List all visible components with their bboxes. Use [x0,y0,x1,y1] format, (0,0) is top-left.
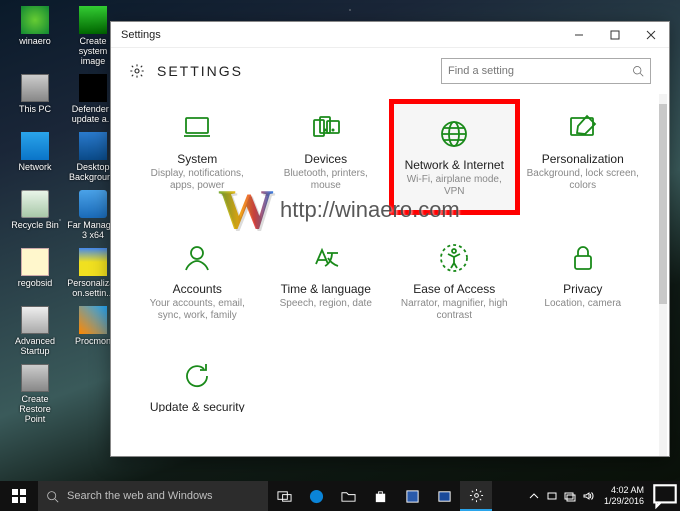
titlebar[interactable]: Settings [111,22,669,48]
taskbar-app-console[interactable] [428,481,460,511]
maximize-button[interactable] [597,22,633,48]
desktop-icon[interactable]: winaero [8,6,62,46]
taskbar-app-settings[interactable] [460,481,492,511]
network-icon[interactable] [564,490,576,502]
gear-icon [129,63,145,79]
tile-desc: Speech, region, date [270,298,383,310]
laptop-icon [179,110,215,146]
tile-desc: Narrator, magnifier, high contrast [398,298,511,322]
settings-body: System Display, notifications, apps, pow… [111,94,669,456]
tray-icon[interactable] [546,490,558,502]
taskbar: Search the web and Windows 4:02 AM 1/29/… [0,481,680,511]
tile-update-security[interactable]: Update & security [137,352,258,412]
scrollbar[interactable] [659,94,667,456]
tile-title: Personalization [527,152,640,166]
tile-title: Accounts [141,282,254,296]
tile-desc: Wi-Fi, airplane mode, VPN [398,174,511,198]
taskbar-app-store[interactable] [364,481,396,511]
icon-label: Create Restore Point [8,394,62,424]
task-view-button[interactable] [268,481,300,511]
system-tray[interactable] [528,490,598,502]
tile-desc: Your accounts, email, sync, work, family [141,298,254,322]
scrollbar-thumb[interactable] [659,104,667,304]
tile-privacy[interactable]: Privacy Location, camera [523,234,644,328]
settings-window: Settings SETTINGS Find a setting System … [110,21,670,457]
taskbar-app-explorer[interactable] [332,481,364,511]
search-icon [632,65,644,77]
desktop-icon[interactable]: This PC [8,74,62,114]
globe-icon [436,116,472,152]
search-icon [46,490,59,503]
clock-date: 1/29/2016 [604,496,644,507]
taskbar-search-placeholder: Search the web and Windows [67,490,213,502]
settings-heading: SETTINGS [157,63,441,79]
tile-system[interactable]: System Display, notifications, apps, pow… [137,104,258,210]
settings-header: SETTINGS Find a setting [111,48,669,94]
person-icon [179,240,215,276]
tile-title: Update & security [141,400,254,412]
tile-personalization[interactable]: Personalization Background, lock screen,… [523,104,644,210]
tile-title: Privacy [527,282,640,296]
tile-ease-of-access[interactable]: Ease of Access Narrator, magnifier, high… [394,234,515,328]
tile-accounts[interactable]: Accounts Your accounts, email, sync, wor… [137,234,258,328]
ease-icon [436,240,472,276]
icon-label: Advanced Startup [8,336,62,356]
lock-icon [565,240,601,276]
desktop-icon[interactable]: Create Restore Point [8,364,62,424]
desktop-icon[interactable]: Recycle Bin [8,190,62,230]
tile-desc: Bluetooth, printers, mouse [270,168,383,192]
icon-label: Recycle Bin [8,220,62,230]
icon-label: Network [8,162,62,172]
volume-icon[interactable] [582,490,594,502]
pen-icon [565,110,601,146]
icon-label: regobsid [8,278,62,288]
tile-title: Ease of Access [398,282,511,296]
devices-icon [308,110,344,146]
tile-desc: Location, camera [527,298,640,310]
tile-network-internet[interactable]: Network & Internet Wi-Fi, airplane mode,… [394,104,515,210]
desktop-icon[interactable]: Network [8,132,62,172]
tile-title: System [141,152,254,166]
taskbar-app-edge[interactable] [300,481,332,511]
icon-label: winaero [8,36,62,46]
start-button[interactable] [0,481,38,511]
close-button[interactable] [633,22,669,48]
settings-search[interactable]: Find a setting [441,58,651,84]
taskbar-search[interactable]: Search the web and Windows [38,481,268,511]
window-title: Settings [121,29,561,41]
update-icon [179,358,215,394]
desktop-icon[interactable]: regobsid [8,248,62,288]
tile-desc: Display, notifications, apps, power [141,168,254,192]
tile-title: Network & Internet [398,158,511,172]
taskbar-clock[interactable]: 4:02 AM 1/29/2016 [598,485,650,507]
tile-title: Devices [270,152,383,166]
lang-icon [308,240,344,276]
tile-title: Time & language [270,282,383,296]
tile-devices[interactable]: Devices Bluetooth, printers, mouse [266,104,387,210]
desktop-icon[interactable]: Advanced Startup [8,306,62,356]
settings-grid: System Display, notifications, apps, pow… [137,104,643,412]
clock-time: 4:02 AM [604,485,644,496]
icon-label: This PC [8,104,62,114]
chevron-up-icon[interactable] [528,490,540,502]
taskbar-app-word[interactable] [396,481,428,511]
tile-desc: Background, lock screen, colors [527,168,640,192]
desktop: winaero Create system image This PC Defe… [6,6,126,432]
minimize-button[interactable] [561,22,597,48]
tile-time-language[interactable]: Time & language Speech, region, date [266,234,387,328]
action-center-button[interactable] [650,481,680,511]
search-placeholder: Find a setting [448,65,632,77]
